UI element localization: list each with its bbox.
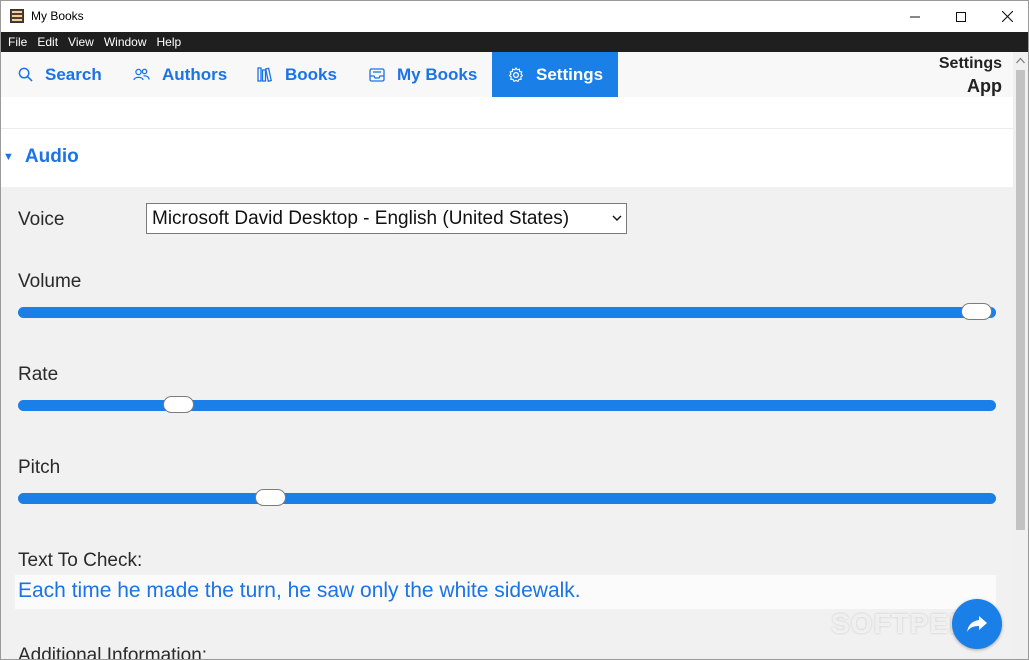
tab-books-label: Books <box>285 64 337 84</box>
volume-slider[interactable] <box>18 303 996 320</box>
rate-slider-thumb[interactable] <box>163 396 195 413</box>
audio-section-header[interactable]: ▼ Audio <box>1 145 79 169</box>
volume-label: Volume <box>18 271 82 292</box>
volume-slider-thumb[interactable] <box>961 303 993 320</box>
close-button[interactable] <box>984 1 1028 32</box>
app-window: My Books File Edit View Window Help Sear… <box>0 0 1029 660</box>
divider <box>1 128 1013 129</box>
voice-label: Voice <box>18 209 65 230</box>
people-icon <box>133 68 150 80</box>
share-arrow-icon <box>967 616 987 632</box>
collapse-triangle-icon: ▼ <box>3 151 14 163</box>
tab-books[interactable]: Books <box>257 52 337 97</box>
tab-authors-label: Authors <box>162 64 228 84</box>
gear-icon <box>508 66 524 82</box>
scrollbar-thumb[interactable] <box>1016 70 1025 530</box>
title-bar: My Books <box>1 1 1028 32</box>
text-to-check-label: Text To Check: <box>18 550 143 571</box>
tab-authors[interactable]: Authors <box>133 52 227 97</box>
tab-settings[interactable]: Settings <box>492 52 618 97</box>
tab-bar: Search Authors Books My Books Settings S… <box>1 52 1013 97</box>
vertical-scrollbar[interactable] <box>1013 52 1028 659</box>
pitch-label: Pitch <box>18 457 61 478</box>
pitch-slider[interactable] <box>18 489 996 506</box>
window-title: My Books <box>31 9 84 23</box>
tab-my-books-label: My Books <box>397 64 478 84</box>
voice-select-value: Microsoft David Desktop - English (Unite… <box>152 207 570 229</box>
scroll-up-icon[interactable] <box>1016 57 1025 64</box>
maximize-icon <box>956 11 966 22</box>
settings-content: ▼ Audio Voice Microsoft David Desktop - … <box>1 97 1013 660</box>
page-context-subtitle: App <box>967 76 1002 96</box>
menu-file[interactable]: File <box>8 32 27 52</box>
tab-search[interactable]: Search <box>18 52 102 97</box>
voice-select[interactable]: Microsoft David Desktop - English (Unite… <box>146 203 627 234</box>
page-context-title: Settings <box>938 55 1002 72</box>
share-button[interactable] <box>952 599 1002 649</box>
minimize-icon <box>910 16 920 17</box>
tab-settings-label: Settings <box>536 64 604 84</box>
menu-window[interactable]: Window <box>104 32 147 52</box>
menu-help[interactable]: Help <box>157 32 182 52</box>
menu-bar: File Edit View Window Help <box>1 32 1028 52</box>
app-icon <box>10 9 24 23</box>
rate-slider[interactable] <box>18 396 996 413</box>
close-icon <box>1001 11 1013 22</box>
menu-edit[interactable]: Edit <box>37 32 58 52</box>
search-icon <box>18 67 33 82</box>
chevron-down-icon <box>612 215 622 221</box>
menu-view[interactable]: View <box>68 32 94 52</box>
text-to-check-field[interactable]: Each time he made the turn, he saw only … <box>15 575 996 609</box>
tab-search-label: Search <box>45 64 102 84</box>
books-icon <box>257 67 272 82</box>
minimize-button[interactable] <box>892 1 938 32</box>
page-context: Settings App <box>939 54 1002 98</box>
section-header-band <box>1 97 1013 187</box>
rate-label: Rate <box>18 364 59 385</box>
additional-information-label: Additional Information: <box>18 645 208 660</box>
tab-my-books[interactable]: My Books <box>369 52 477 97</box>
maximize-button[interactable] <box>938 1 984 32</box>
audio-section-title: Audio <box>24 146 79 167</box>
pitch-slider-thumb[interactable] <box>255 489 287 506</box>
inbox-icon <box>369 67 385 82</box>
